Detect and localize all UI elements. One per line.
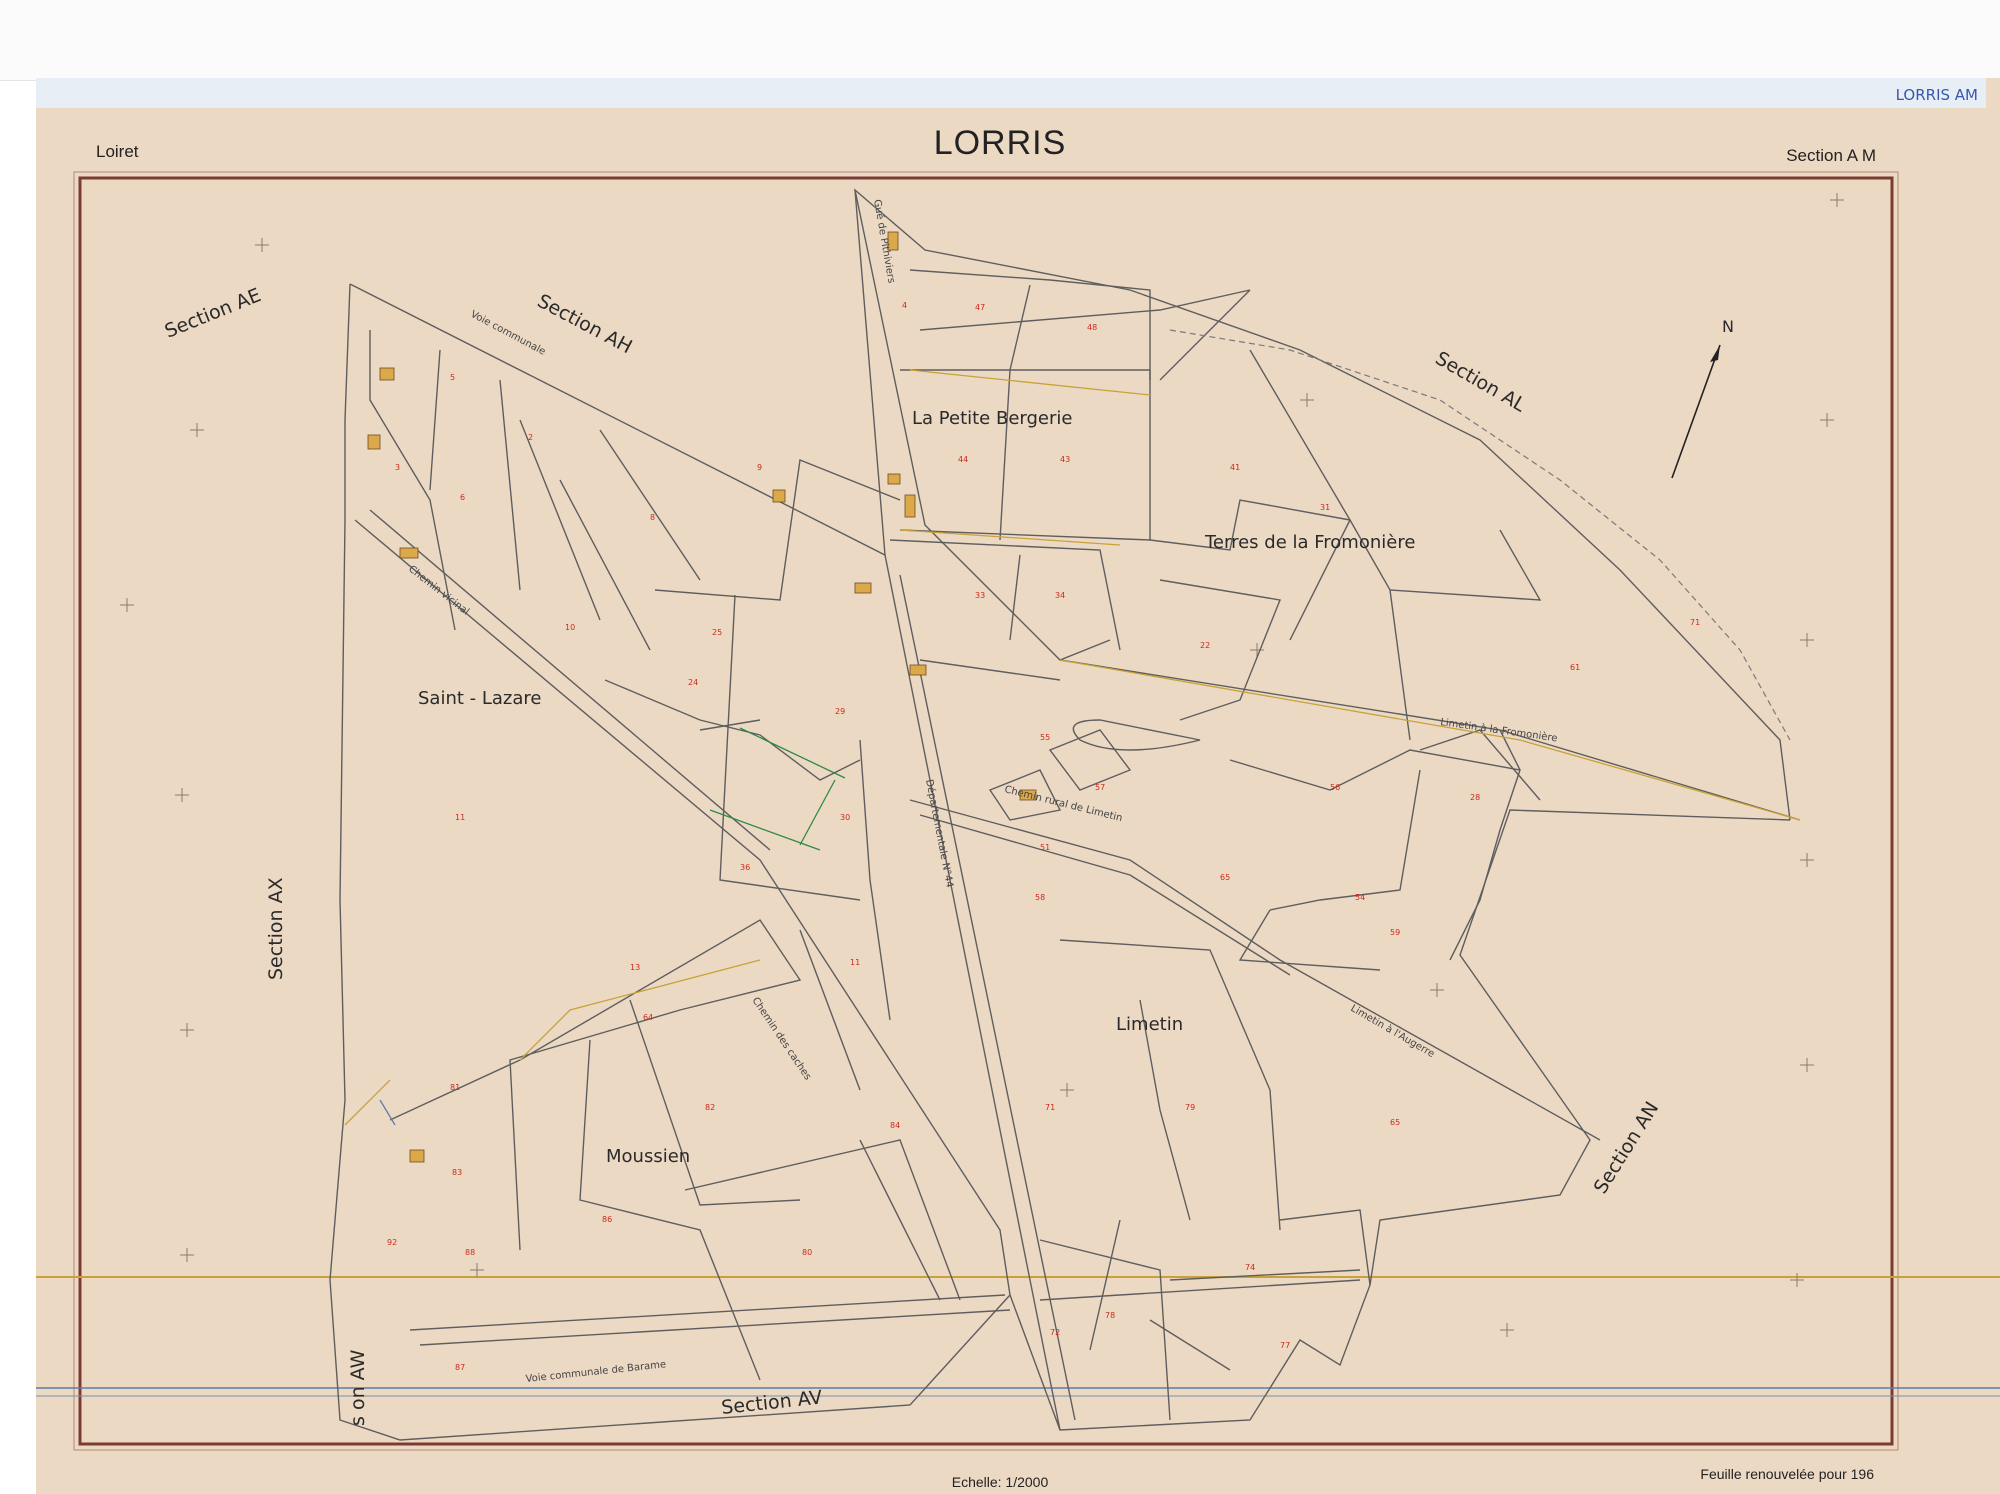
locality-petite-bergerie: La Petite Bergerie [912, 408, 1072, 429]
svg-text:34: 34 [1055, 591, 1065, 600]
road-limetin-fromoniere: Limetin à la Fromonière [1440, 716, 1559, 744]
svg-text:72: 72 [1050, 1328, 1060, 1337]
chemin-vicinal [354, 519, 1011, 1296]
road-voie-barame: Voie communale de Barame [525, 1359, 666, 1385]
neighbour-section-ax: Section AX [265, 877, 287, 980]
svg-text:92: 92 [387, 1238, 397, 1247]
parcel-lines [329, 188, 1801, 1441]
svg-text:58: 58 [1035, 893, 1045, 902]
svg-text:48: 48 [1087, 323, 1097, 332]
map-frame [78, 176, 1894, 1446]
north-boundary [349, 188, 1791, 821]
neighbour-section-aw: s on AW [347, 1349, 369, 1426]
svg-text:51: 51 [1040, 843, 1050, 852]
svg-text:87: 87 [455, 1363, 465, 1372]
limetin-fromoniere [1059, 659, 1801, 821]
locality-fromoniere: Terres de la Fromonière [1204, 532, 1415, 553]
road-chemin-vicinal: Chemin vicinal [406, 564, 471, 618]
voie-barame-2 [419, 1309, 1011, 1346]
svg-text:55: 55 [1040, 733, 1050, 742]
svg-text:11: 11 [455, 813, 465, 822]
svg-text:22: 22 [1200, 641, 1210, 650]
locality-moussien: Moussien [606, 1146, 690, 1167]
chemin-rural-2 [919, 814, 1291, 976]
cross-road [919, 659, 1061, 681]
svg-text:41: 41 [1230, 463, 1240, 472]
cadastral-map: 5 2 3 6 8 9 4 47 48 44 43 41 31 33 34 22 61 71 10 25 2… [36, 171, 2000, 1451]
locality-saint-lazare: Saint - Lazare [418, 688, 541, 709]
svg-text:74: 74 [1245, 1263, 1255, 1272]
svg-text:77: 77 [1280, 1341, 1290, 1350]
compass-arrow: N [1671, 317, 1734, 479]
svg-text:28: 28 [1470, 793, 1480, 802]
svg-text:65: 65 [1220, 873, 1230, 882]
neighbour-section-ae: Section AE [162, 284, 264, 342]
road-limetin-augerre: Limetin à l'Augerre [1349, 1002, 1437, 1060]
svg-text:8: 8 [650, 513, 655, 522]
svg-text:25: 25 [712, 628, 722, 637]
svg-text:31: 31 [1320, 503, 1330, 512]
neighbour-section-ah: Section AH [534, 290, 636, 358]
grid-crosses [120, 193, 1844, 1337]
voie-barame [409, 1294, 1006, 1331]
svg-text:30: 30 [840, 813, 850, 822]
svg-text:24: 24 [688, 678, 698, 687]
road-departementale-2 [899, 574, 1076, 1421]
svg-text:10: 10 [565, 623, 575, 632]
colored-boundaries [344, 369, 1801, 1126]
svg-text:3: 3 [395, 463, 400, 472]
svg-text:9: 9 [757, 463, 762, 472]
svg-text:36: 36 [740, 863, 750, 872]
svg-text:57: 57 [1095, 783, 1105, 792]
svg-text:33: 33 [975, 591, 985, 600]
svg-text:71: 71 [1690, 618, 1700, 627]
svg-text:82: 82 [705, 1103, 715, 1112]
svg-text:5: 5 [450, 373, 455, 382]
svg-text:71: 71 [1045, 1103, 1055, 1112]
svg-text:54: 54 [1355, 893, 1365, 902]
svg-text:86: 86 [602, 1215, 612, 1224]
compass-label: N [1722, 317, 1734, 336]
svg-text:44: 44 [958, 455, 968, 464]
svg-text:79: 79 [1185, 1103, 1195, 1112]
svg-text:83: 83 [452, 1168, 462, 1177]
svg-text:56: 56 [1330, 783, 1340, 792]
svg-text:6: 6 [460, 493, 465, 502]
svg-text:64: 64 [643, 1013, 653, 1022]
renewal-note: Feuille renouvelée pour 196 [1700, 1466, 1874, 1482]
svg-text:4: 4 [902, 301, 907, 310]
svg-text:13: 13 [630, 963, 640, 972]
svg-text:78: 78 [1105, 1311, 1115, 1320]
svg-text:11: 11 [850, 958, 860, 967]
road-chemin-des-caches: Chemin des caches [750, 996, 813, 1083]
svg-text:84: 84 [890, 1121, 900, 1130]
svg-text:47: 47 [975, 303, 985, 312]
road-departementale: Départementale N°44 [923, 778, 956, 888]
svg-text:61: 61 [1570, 663, 1580, 672]
svg-text:2: 2 [528, 433, 533, 442]
road-departementale [884, 554, 1061, 1431]
chemin-vicinal-2 [369, 509, 771, 851]
neighbour-section-al: Section AL [1432, 347, 1530, 416]
svg-text:29: 29 [835, 707, 845, 716]
neighbour-section-an: Section AN [1590, 1098, 1664, 1198]
svg-text:59: 59 [1390, 928, 1400, 937]
svg-text:80: 80 [802, 1248, 812, 1257]
svg-text:65: 65 [1390, 1118, 1400, 1127]
locality-limetin: Limetin [1116, 1014, 1183, 1035]
svg-text:43: 43 [1060, 455, 1070, 464]
svg-text:81: 81 [450, 1083, 460, 1092]
svg-text:88: 88 [465, 1248, 475, 1257]
